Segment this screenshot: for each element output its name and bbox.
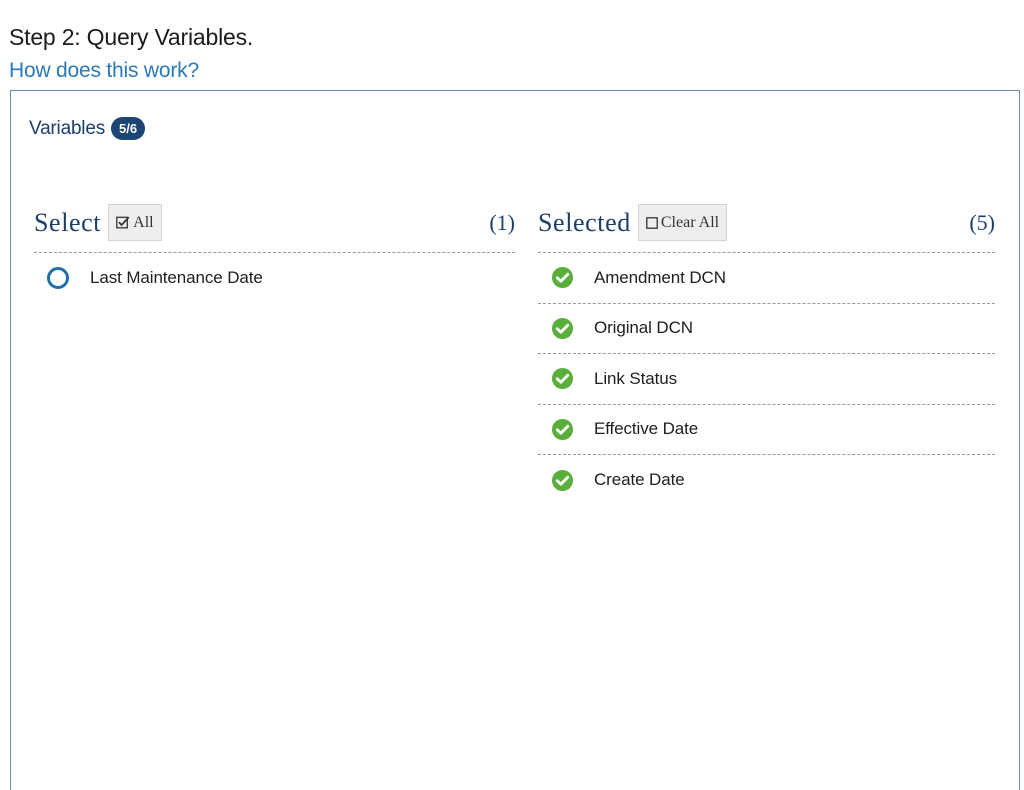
select-all-label: All xyxy=(133,213,154,231)
select-all-button[interactable]: All xyxy=(108,204,162,241)
clear-all-label: Clear All xyxy=(660,213,720,231)
selected-column: Selected Clear All (5) Amendment DCN Orig… xyxy=(538,201,995,506)
check-circle-icon xyxy=(550,367,574,391)
select-column: Select All (1) Last Maintenance Date xyxy=(34,201,515,304)
selected-title: Selected xyxy=(538,207,631,237)
variable-label: Create Date xyxy=(594,470,685,490)
check-circle-icon xyxy=(550,417,574,441)
checked-box-icon xyxy=(116,216,130,229)
empty-box-icon xyxy=(646,216,658,229)
variables-panel: Variables 5/6 Select All (1) Last Mainte… xyxy=(10,90,1020,790)
select-column-header: Select All (1) xyxy=(34,201,515,253)
check-circle-icon xyxy=(550,316,574,340)
selected-count: (5) xyxy=(969,209,995,235)
clear-all-button[interactable]: Clear All xyxy=(637,204,728,241)
variable-row[interactable]: Create Date xyxy=(538,455,995,506)
step-title: Step 2: Query Variables. xyxy=(9,24,254,50)
variables-label: Variables xyxy=(29,117,105,139)
variable-row[interactable]: Amendment DCN xyxy=(538,253,995,304)
variables-count-badge: 5/6 xyxy=(111,117,146,140)
select-list: Last Maintenance Date xyxy=(34,253,515,304)
variable-label: Effective Date xyxy=(594,419,699,439)
select-title: Select xyxy=(34,207,102,237)
variable-row[interactable]: Original DCN xyxy=(538,304,995,354)
variable-label: Last Maintenance Date xyxy=(90,268,263,288)
help-link[interactable]: How does this work? xyxy=(9,59,199,83)
variable-label: Original DCN xyxy=(594,318,693,338)
selected-list: Amendment DCN Original DCN Link Status Effe… xyxy=(538,253,995,506)
select-count: (1) xyxy=(489,209,515,235)
variable-label: Amendment DCN xyxy=(594,267,726,287)
variable-row[interactable]: Last Maintenance Date xyxy=(34,253,515,304)
variable-label: Link Status xyxy=(594,368,678,388)
empty-circle-icon xyxy=(46,266,70,290)
check-circle-icon xyxy=(550,266,574,290)
variable-row[interactable]: Effective Date xyxy=(538,405,995,455)
variables-header: Variables 5/6 xyxy=(29,117,146,140)
variable-row[interactable]: Link Status xyxy=(538,354,995,405)
check-circle-icon xyxy=(550,468,574,492)
selected-column-header: Selected Clear All (5) xyxy=(538,201,995,253)
